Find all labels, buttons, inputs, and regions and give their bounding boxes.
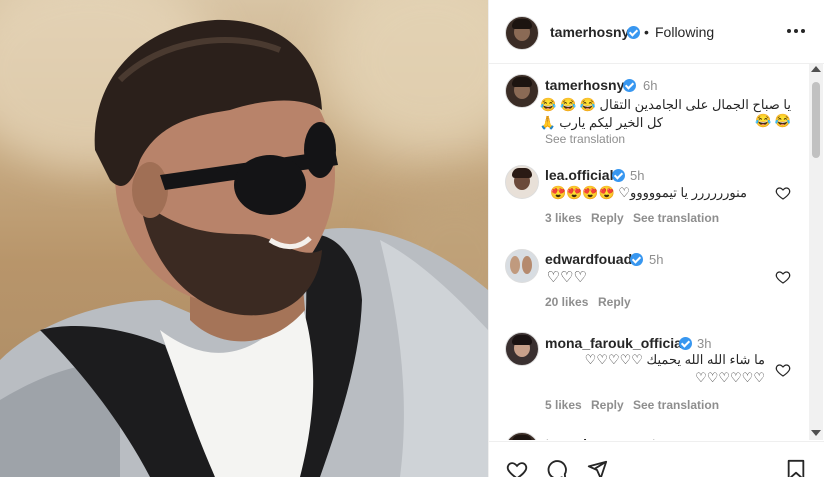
- verified-icon: [679, 337, 692, 350]
- see-translation-button[interactable]: See translation: [633, 398, 719, 412]
- like-comment-heart-icon[interactable]: [775, 362, 791, 378]
- comment-likes[interactable]: 3 likes: [545, 211, 582, 225]
- comment-avatar[interactable]: [505, 432, 539, 440]
- heart-icon[interactable]: [505, 459, 529, 477]
- comment-time: 3h: [697, 336, 712, 351]
- comment-text-line2: ♡♡♡♡♡♡: [695, 370, 765, 385]
- see-translation-button[interactable]: See translation: [633, 211, 719, 225]
- reply-button[interactable]: Reply: [591, 211, 624, 225]
- post-header: tamerhosny • Following: [489, 0, 824, 64]
- comment-username[interactable]: edwardfouad: [545, 251, 632, 267]
- comment-username[interactable]: lea.official: [545, 167, 613, 183]
- post-side-panel: tamerhosny • Following tamerhosny 6h يا …: [488, 0, 824, 477]
- post-photo[interactable]: [0, 0, 488, 477]
- instagram-post-window: tamerhosny • Following tamerhosny 6h يا …: [0, 0, 824, 477]
- scroll-down-arrow-icon[interactable]: [811, 430, 821, 436]
- scroll-up-arrow-icon[interactable]: [811, 66, 821, 72]
- comment-time: 6h: [645, 437, 659, 440]
- bookmark-icon[interactable]: [785, 459, 807, 477]
- caption-see-translation[interactable]: See translation: [545, 132, 625, 146]
- verified-icon: [630, 253, 643, 266]
- verified-icon: [623, 79, 636, 92]
- comment-avatar[interactable]: [505, 249, 539, 283]
- verified-icon: [612, 169, 625, 182]
- share-icon[interactable]: [585, 459, 609, 477]
- post-action-bar: [489, 441, 824, 477]
- comment-text: منورررررر يا تيمووووو♡ 😍😍😍😍: [550, 185, 747, 200]
- scrollbar-thumb[interactable]: [812, 82, 820, 158]
- man-in-sunglasses-illustration: [0, 19, 488, 477]
- following-button[interactable]: Following: [655, 24, 714, 40]
- caption-username[interactable]: tamerhosny: [545, 77, 624, 93]
- author-username[interactable]: tamerhosny: [550, 24, 629, 40]
- comment-username[interactable]: mona_farouk_official: [545, 335, 686, 351]
- comment-time: 5h: [649, 252, 664, 267]
- comments-list: tamerhosny 6h يا صباح الجمال على الجامدي…: [489, 64, 807, 440]
- comment-likes[interactable]: 5 likes: [545, 398, 582, 412]
- like-comment-heart-icon[interactable]: [775, 269, 791, 285]
- comment-time: 5h: [630, 168, 645, 183]
- caption-time: 6h: [643, 78, 658, 93]
- comment-text: ♡♡♡: [546, 269, 587, 286]
- separator-dot: •: [644, 24, 649, 40]
- author-avatar[interactable]: [505, 16, 539, 50]
- comment-username[interactable]: tamerhosny: [545, 436, 624, 440]
- caption-text-line2: كل الخير ليكم يارب 🙏: [539, 115, 663, 130]
- reply-button[interactable]: Reply: [598, 295, 631, 309]
- comment-icon[interactable]: [545, 459, 569, 477]
- comment-likes[interactable]: 20 likes: [545, 295, 588, 309]
- like-comment-heart-icon[interactable]: [775, 185, 791, 201]
- verified-icon: [627, 26, 640, 39]
- comment-text-line1: ما شاء الله الله يحميك ♡♡♡♡♡: [584, 352, 765, 367]
- comment-avatar[interactable]: [505, 165, 539, 199]
- reply-button[interactable]: Reply: [591, 398, 624, 412]
- more-icon[interactable]: [787, 24, 807, 38]
- comment-avatar[interactable]: [505, 332, 539, 366]
